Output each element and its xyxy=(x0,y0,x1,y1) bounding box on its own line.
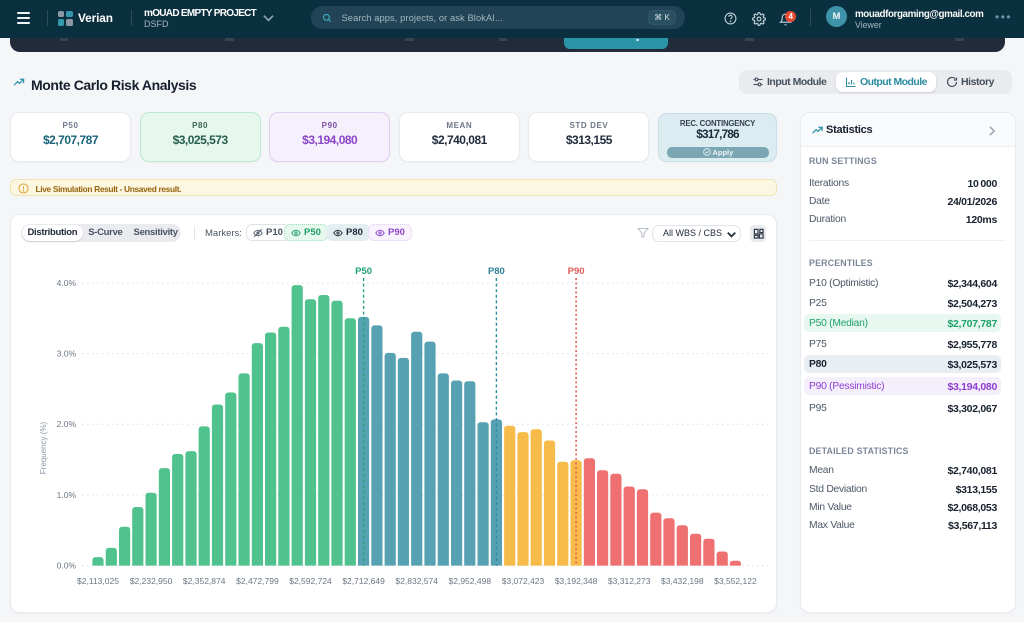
svg-text:1.0%: 1.0% xyxy=(57,490,77,500)
svg-text:$2,832,574: $2,832,574 xyxy=(395,576,438,586)
svg-text:2.0%: 2.0% xyxy=(57,419,77,429)
svg-text:4.0%: 4.0% xyxy=(57,278,77,288)
svg-text:$3,192,348: $3,192,348 xyxy=(555,576,598,586)
svg-text:3.0%: 3.0% xyxy=(57,348,77,358)
svg-text:$2,352,874: $2,352,874 xyxy=(183,576,226,586)
svg-text:$3,072,423: $3,072,423 xyxy=(502,576,545,586)
svg-text:$3,552,122: $3,552,122 xyxy=(714,576,757,586)
svg-text:$2,472,799: $2,472,799 xyxy=(236,576,279,586)
svg-text:$2,592,724: $2,592,724 xyxy=(289,576,332,586)
svg-text:$3,312,273: $3,312,273 xyxy=(608,576,651,586)
svg-text:P80: P80 xyxy=(488,266,505,277)
svg-text:0.0%: 0.0% xyxy=(57,560,77,570)
svg-text:$2,952,498: $2,952,498 xyxy=(449,576,492,586)
svg-text:$3,432,198: $3,432,198 xyxy=(661,576,704,586)
svg-text:$2,232,950: $2,232,950 xyxy=(130,576,173,586)
svg-text:Frequency (%): Frequency (%) xyxy=(39,421,48,474)
svg-text:$2,712,649: $2,712,649 xyxy=(342,576,385,586)
svg-text:$2,113,025: $2,113,025 xyxy=(77,576,119,586)
svg-text:P90: P90 xyxy=(568,266,585,277)
svg-text:P50: P50 xyxy=(355,266,372,277)
